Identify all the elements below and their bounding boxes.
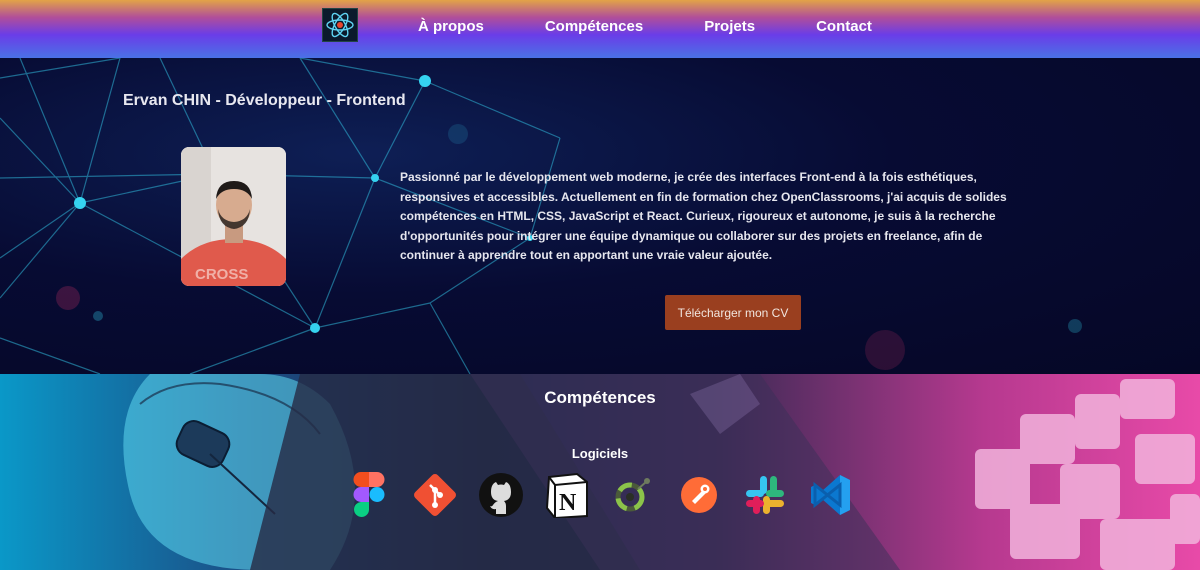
nav-link-about[interactable]: À propos [418,18,484,35]
figma-icon [346,472,392,518]
top-navbar: À propos Compétences Projets Contact [0,0,1200,58]
nav-link-skills[interactable]: Compétences [545,18,643,35]
vscode-icon [808,472,854,518]
github-icon [478,472,524,518]
skills-title: Compétences [544,388,656,407]
svg-text:N: N [559,490,577,516]
profile-photo: CROSS [181,147,286,286]
download-cv-button[interactable]: Télécharger mon CV [665,295,801,330]
postman-icon [676,472,722,518]
bio-text: Passionné par le développement web moder… [400,170,1007,262]
skills-section: Compétences Logiciels N [0,374,1200,570]
svg-text:CROSS: CROSS [195,266,248,283]
slack-icon [742,472,788,518]
software-icons-row: N [346,472,874,518]
codacy-icon [610,472,656,518]
software-subtitle: Logiciels [571,446,629,461]
nav-link-contact[interactable]: Contact [816,18,872,35]
hero-section: Ervan CHIN - Développeur - Frontend CROS… [0,58,1200,374]
git-icon [412,472,458,518]
react-atom-logo-icon[interactable] [322,8,358,42]
nav-link-projects[interactable]: Projets [704,18,755,35]
page-title: Ervan CHIN - Développeur - Frontend [123,92,406,109]
notion-icon: N [544,472,590,518]
